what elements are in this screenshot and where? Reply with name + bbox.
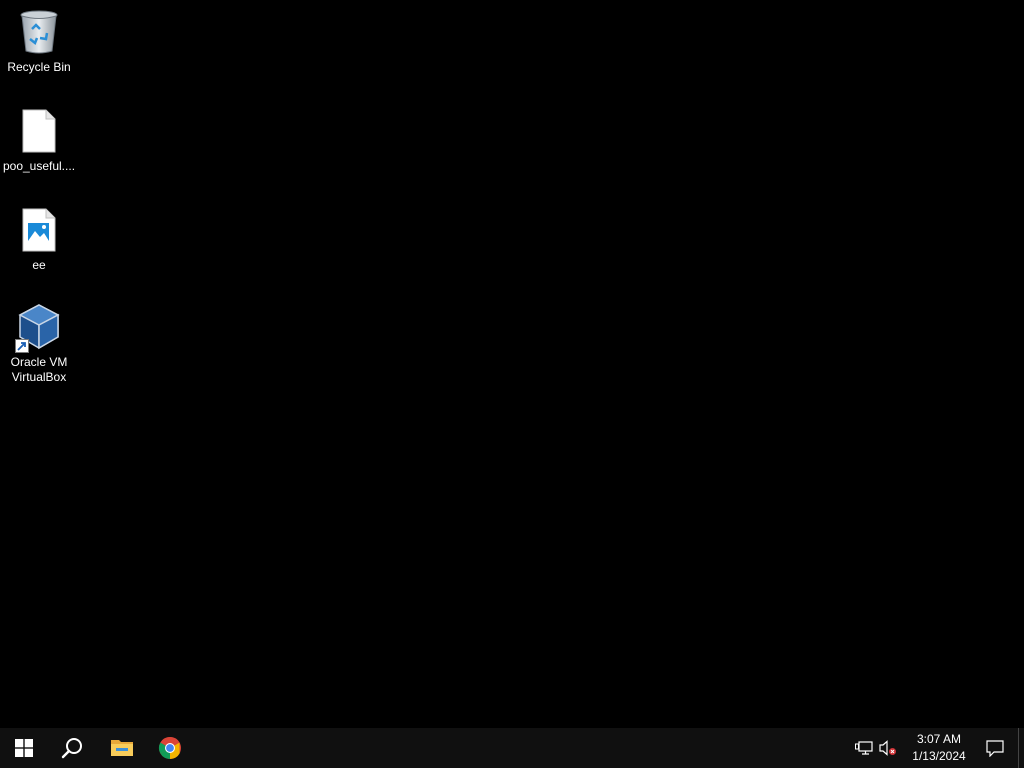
desktop[interactable]: Recycle Bin poo_useful.... ee Oracle VM … — [0, 0, 1024, 728]
network-icon — [855, 741, 873, 755]
virtualbox-icon — [15, 303, 63, 353]
clock-date: 1/13/2024 — [912, 749, 966, 763]
notification-icon — [986, 739, 1004, 757]
document-icon — [15, 107, 63, 155]
image-file-icon — [15, 206, 63, 254]
recycle-bin-icon — [15, 8, 63, 56]
action-center-button[interactable] — [972, 728, 1018, 768]
volume-button[interactable] — [876, 728, 900, 768]
shortcut-arrow-icon — [15, 339, 29, 353]
volume-muted-icon — [879, 740, 896, 756]
desktop-icon-label: poo_useful.... — [2, 159, 76, 173]
search-icon — [61, 738, 82, 759]
folder-icon — [111, 740, 133, 756]
desktop-icon-ee[interactable]: ee — [0, 206, 78, 273]
system-tray: 3:07 AM 1/13/2024 — [852, 728, 1024, 768]
desktop-icon-poo-useful[interactable]: poo_useful.... — [0, 107, 78, 174]
start-button[interactable] — [0, 728, 48, 768]
show-desktop-button[interactable] — [1018, 728, 1024, 768]
clock-time: 3:07 AM — [916, 732, 962, 746]
desktop-icon-label: Oracle VM VirtualBox — [10, 355, 68, 384]
taskbar: 3:07 AM 1/13/2024 — [0, 728, 1024, 768]
search-button[interactable] — [48, 728, 96, 768]
chrome-icon — [158, 736, 181, 759]
desktop-icon-virtualbox[interactable]: Oracle VM VirtualBox — [0, 303, 78, 385]
windows-logo-icon — [15, 739, 33, 757]
file-explorer-button[interactable] — [98, 728, 146, 768]
desktop-icon-label: Recycle Bin — [7, 60, 71, 74]
clock[interactable]: 3:07 AM 1/13/2024 — [906, 728, 972, 768]
desktop-icon-recycle-bin[interactable]: Recycle Bin — [0, 8, 78, 75]
chrome-button[interactable] — [146, 728, 194, 768]
network-button[interactable] — [852, 728, 876, 768]
desktop-icon-label: ee — [32, 258, 46, 272]
